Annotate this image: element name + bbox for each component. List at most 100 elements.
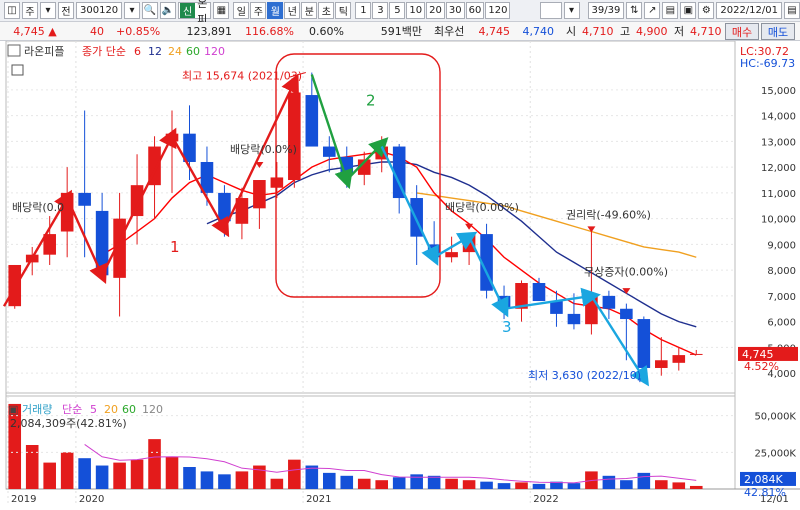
price-value: 4,745 <box>13 24 45 38</box>
volume-bar <box>532 483 546 489</box>
all-time-high-label: 최고 15,674 (2021/03) <box>182 70 302 83</box>
volume-bar <box>515 482 528 489</box>
stock-name-box[interactable]: 신 라온피플 <box>178 0 212 42</box>
period-tab-4[interactable]: 분 <box>301 2 318 19</box>
speaker-icon[interactable]: 🔈 <box>160 2 176 19</box>
chart-icon[interactable]: ▤ <box>662 2 679 19</box>
trend-icon[interactable]: ↗ <box>644 2 661 19</box>
layout-icon[interactable]: ◫ <box>4 2 20 19</box>
period-tab-1[interactable]: 주 <box>250 2 267 19</box>
low-value: 4,710 <box>690 24 722 38</box>
chevron-down-icon[interactable]: ▾ <box>124 2 140 19</box>
chevron-down-icon[interactable]: ▾ <box>563 2 580 19</box>
open-label: 시 <box>566 25 577 38</box>
volume-ma-label: 단순 <box>62 403 82 416</box>
volume-ma-5: 5 <box>90 403 97 416</box>
volume-bar <box>689 485 703 489</box>
volume-bar <box>60 452 74 489</box>
interval-tab-3[interactable]: 3 <box>372 2 389 19</box>
volume-bar <box>130 459 144 489</box>
volume-ma-60: 60 <box>122 403 136 416</box>
buy-button[interactable]: 매수 <box>725 23 759 40</box>
volume-bar <box>235 471 249 489</box>
wave1-arrow <box>170 135 230 238</box>
turnover-rate: 0.60% <box>309 24 344 38</box>
wave-label-3: 3 <box>502 318 512 336</box>
dividend-label-2019: 배당락(0.0 <box>12 201 64 214</box>
volume-bar <box>375 480 389 489</box>
search-field[interactable] <box>540 2 562 19</box>
dividend-label-2020: 배당락(0.0%) <box>230 143 297 156</box>
volume-toggle-icon[interactable]: ▣ <box>8 403 18 416</box>
stock-code-input[interactable]: 300120 <box>76 2 122 19</box>
market-type-select[interactable]: 전 <box>58 2 74 19</box>
interval-tab-60[interactable]: 60 <box>465 2 485 19</box>
period-tab-0[interactable]: 일 <box>233 2 250 19</box>
volume-label: 거래량 <box>22 403 52 416</box>
legend-ma-24: 24 <box>168 45 182 58</box>
period-tab-6[interactable]: 틱 <box>335 2 352 19</box>
candle-body <box>602 295 616 309</box>
toolbar: ◫ 주 ▾ 전 300120 ▾ 🔍 🔈 신 라온피플 ▦ 일주월년분초틱 13… <box>0 0 800 42</box>
rights-issue-label: 권리락(-49.60%) <box>566 209 651 222</box>
interval-tab-5[interactable]: 5 <box>389 2 406 19</box>
candle-body <box>672 355 686 363</box>
sell-button[interactable]: 매도 <box>761 23 795 40</box>
interval-tab-20[interactable]: 20 <box>426 2 445 19</box>
trade-value: 591백만 <box>380 25 422 38</box>
volume-bar <box>322 472 336 489</box>
candle-body <box>550 301 563 314</box>
period-tab-2[interactable]: 월 <box>267 2 284 19</box>
candle-body <box>655 360 668 368</box>
y-tick-label: 13,000 <box>761 137 796 148</box>
interval-tab-120[interactable]: 120 <box>485 2 511 19</box>
volume-bar <box>620 480 633 489</box>
quote-bar: 4,745 ▲ 40 +0.85% 123,891 116.68% 0.60% … <box>0 22 800 41</box>
gear-icon[interactable]: ⚙ <box>698 2 715 19</box>
stock-chart[interactable]: 4,0005,0006,0007,0008,0009,00010,00011,0… <box>0 41 800 510</box>
volume-bar <box>392 477 406 489</box>
period-tab-5[interactable]: 초 <box>318 2 335 19</box>
y-tick-label: 9,000 <box>767 240 796 251</box>
wave1-arrow <box>2 189 73 307</box>
y-tick-label: 10,000 <box>761 215 796 226</box>
price-change: 40 <box>90 24 104 38</box>
compare-icon[interactable]: ⇅ <box>626 2 643 19</box>
open-value: 4,710 <box>582 24 614 38</box>
indicator-icon[interactable] <box>11 64 24 76</box>
candle-body <box>567 313 581 325</box>
volume-bar <box>95 465 109 489</box>
interval-tab-30[interactable]: 30 <box>445 2 465 19</box>
wave3-arrow <box>590 295 649 387</box>
x-tick-label: 2022 <box>533 494 558 505</box>
grid-icon[interactable]: ▦ <box>213 2 230 19</box>
period-tab-3[interactable]: 년 <box>284 2 301 19</box>
interval-tab-1[interactable]: 1 <box>355 2 372 19</box>
y-tick-label: 6,000 <box>767 318 796 329</box>
period-select[interactable]: 주 <box>22 2 38 19</box>
volume-tick-label: 25,000K <box>754 448 796 459</box>
volume-bar <box>410 474 423 489</box>
volume-bar <box>113 462 126 489</box>
volume-bar <box>78 458 91 489</box>
current-volume-pct: 42.81% <box>744 486 786 499</box>
volume-bar <box>43 462 56 489</box>
wave-label-1: 1 <box>170 238 180 256</box>
calendar-icon[interactable]: ▤ <box>784 2 800 19</box>
candle-body <box>253 180 266 209</box>
chevron-down-icon[interactable]: ▾ <box>40 2 56 19</box>
date-field[interactable]: 2022/12/01 <box>716 2 782 19</box>
legend-ma-60: 60 <box>186 45 200 58</box>
legend-ma-120: 120 <box>204 45 225 58</box>
search-icon[interactable]: 🔍 <box>142 2 158 19</box>
x-tick-label: 2019 <box>11 494 36 505</box>
volume-bar <box>25 445 39 489</box>
interval-tab-10[interactable]: 10 <box>406 2 426 19</box>
volume-bar <box>480 481 493 489</box>
volume-bar <box>165 456 179 489</box>
save-icon[interactable]: ▣ <box>680 2 697 19</box>
volume-bar <box>462 480 476 489</box>
best-bid: 4,740 <box>522 24 555 38</box>
hc-value: HC:-69.73 <box>740 57 795 70</box>
legend-toggle-icon[interactable] <box>7 44 21 57</box>
